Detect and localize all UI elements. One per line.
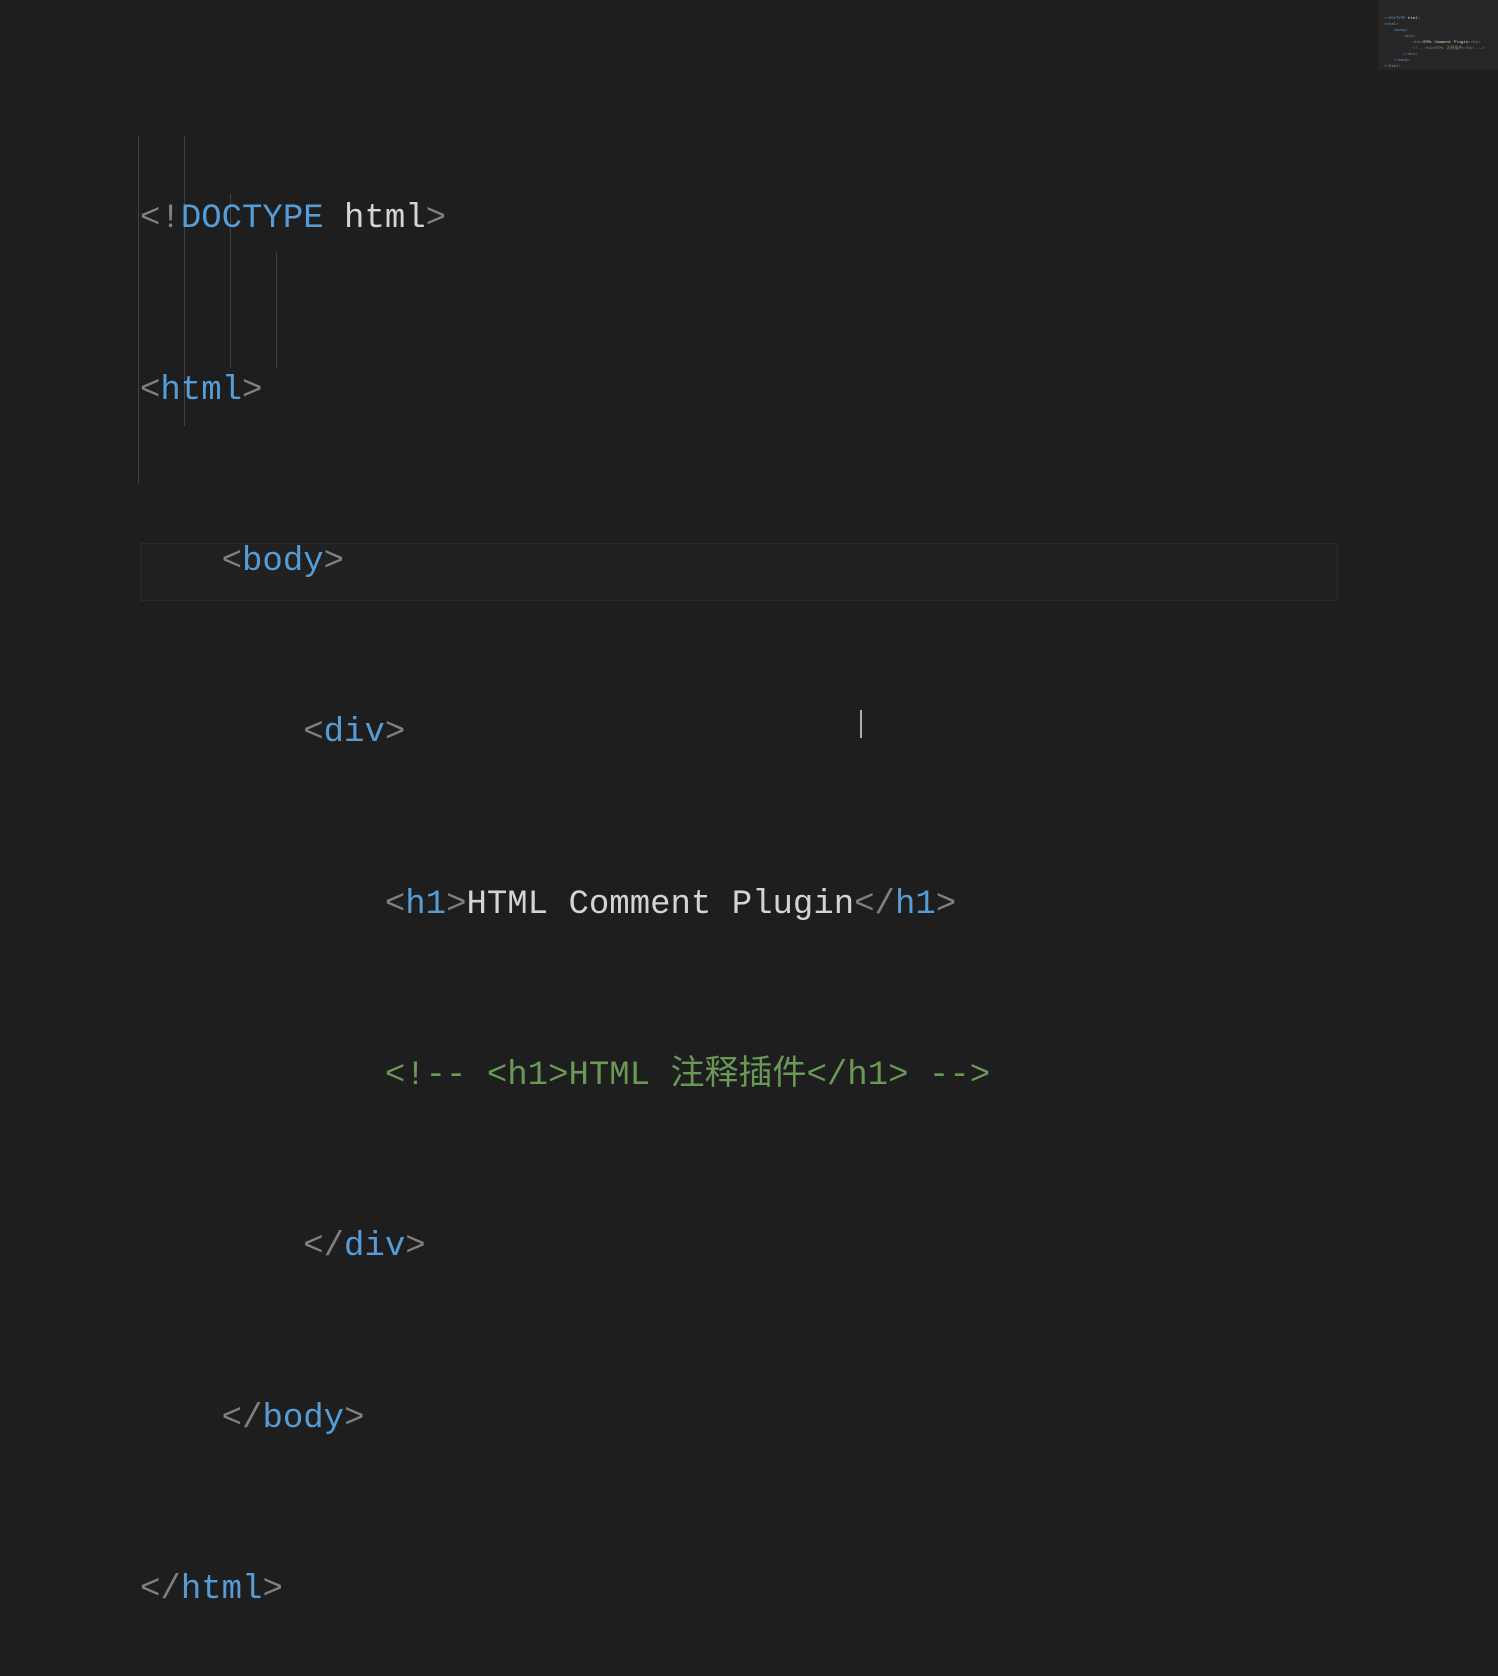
code-line[interactable]: <!-- <h1>HTML 注释插件</h1> --> [140, 1048, 1498, 1105]
code-line[interactable]: <body> [140, 534, 1498, 591]
minimap[interactable]: <!DOCTYPE html> <html> <body> <div> <h1>… [1378, 0, 1498, 844]
code-line[interactable]: <html> [140, 363, 1498, 420]
indent-guide [138, 136, 139, 484]
code-editor[interactable]: <!DOCTYPE html> <html> <body> <div> <h1>… [0, 0, 1498, 1676]
indent-guide [276, 252, 277, 368]
text-cursor [860, 710, 862, 738]
code-line[interactable]: <h1>HTML Comment Plugin</h1> [140, 877, 1498, 934]
code-line[interactable]: <div> [140, 705, 1498, 762]
code-line[interactable]: <!DOCTYPE html> [140, 191, 1498, 248]
minimap-viewport[interactable] [1378, 0, 1498, 70]
code-line[interactable]: </html> [140, 1562, 1498, 1619]
code-line[interactable]: </body> [140, 1391, 1498, 1448]
code-line[interactable]: </div> [140, 1219, 1498, 1276]
